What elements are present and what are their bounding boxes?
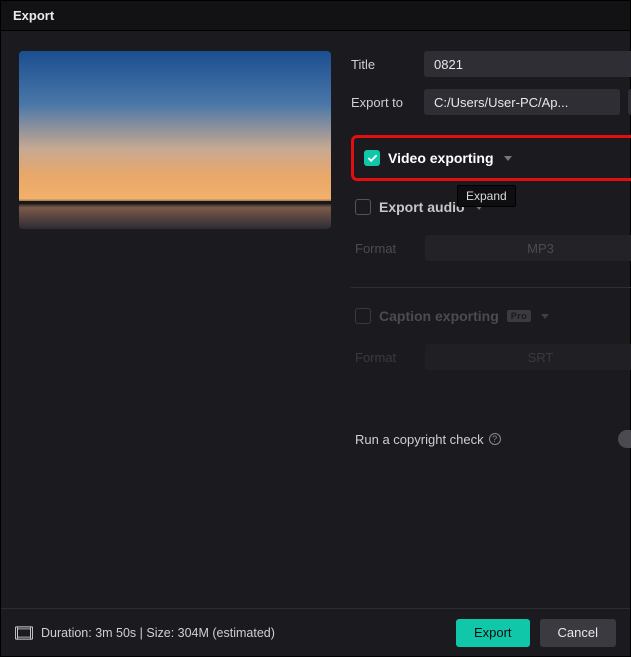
settings-panel: Title Export to Video exporting [351, 51, 631, 608]
caption-format-row: Format SRT [351, 336, 631, 382]
footer: Duration: 3m 50s | Size: 304M (estimated… [1, 608, 630, 656]
caption-format-value: SRT [528, 350, 554, 365]
audio-format-label: Format [355, 241, 425, 256]
duration-text: Duration: 3m 50s | Size: 304M (estimated… [41, 626, 275, 640]
divider [351, 287, 631, 288]
audio-format-row: Format MP3 [351, 227, 631, 273]
export-button[interactable]: Export [456, 619, 530, 647]
video-preview-thumbnail [19, 51, 331, 229]
titlebar: Export [1, 1, 630, 31]
pro-badge: Pro [507, 310, 532, 322]
export-path-input[interactable] [424, 89, 620, 115]
expand-tooltip: Expand [457, 185, 516, 207]
export-audio-label: Export audio [379, 199, 465, 215]
duration-info: Duration: 3m 50s | Size: 304M (estimated… [15, 626, 275, 640]
export-to-label: Export to [351, 95, 416, 110]
info-icon[interactable]: ? [489, 433, 501, 445]
caption-exporting-section: Caption exporting Pro [351, 306, 631, 324]
film-icon [15, 626, 33, 640]
title-label: Title [351, 57, 416, 72]
export-to-row: Export to [351, 89, 631, 115]
title-row: Title [351, 51, 631, 77]
content-area: Title Export to Video exporting [1, 31, 630, 608]
chevron-down-icon [541, 314, 549, 319]
export-audio-checkbox[interactable] [355, 199, 371, 215]
copyright-row: Run a copyright check ? [351, 430, 631, 448]
caption-format-label: Format [355, 350, 425, 365]
copyright-label: Run a copyright check ? [355, 432, 501, 447]
copyright-toggle[interactable] [618, 430, 631, 448]
caption-exporting-label: Caption exporting [379, 308, 499, 324]
caption-exporting-checkbox [355, 308, 371, 324]
video-exporting-checkbox[interactable] [364, 150, 380, 166]
export-audio-section[interactable]: Expand Export audio [351, 193, 631, 215]
cancel-button[interactable]: Cancel [540, 619, 616, 647]
title-input[interactable] [424, 51, 631, 77]
caption-format-select: SRT [425, 344, 631, 370]
export-dialog: Export [0, 0, 631, 657]
audio-format-select[interactable]: MP3 [425, 235, 631, 261]
chevron-down-icon [504, 156, 512, 161]
audio-format-value: MP3 [527, 241, 554, 256]
video-exporting-label: Video exporting [388, 150, 494, 166]
chevron-down-icon [475, 205, 483, 210]
video-exporting-section[interactable]: Video exporting [351, 135, 631, 181]
window-title: Export [13, 8, 54, 23]
